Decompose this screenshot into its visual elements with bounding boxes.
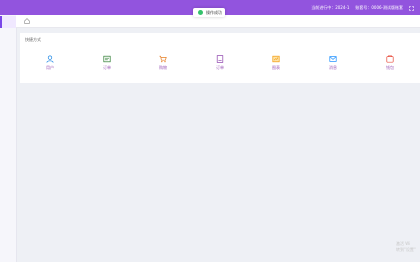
- cart-icon: [159, 55, 167, 63]
- sidebar: [0, 15, 17, 262]
- shortcut-item[interactable]: 消息: [313, 55, 353, 75]
- user-icon: [46, 55, 54, 63]
- shortcut-label: 购物: [159, 65, 167, 70]
- shortcut-item[interactable]: 购物: [143, 55, 183, 75]
- shortcut-label: 钱包: [386, 65, 394, 70]
- shortcut-item[interactable]: 订单: [200, 55, 240, 75]
- shortcut-label: 用户: [46, 65, 54, 70]
- mail-icon: [329, 56, 337, 62]
- document-icon: [216, 55, 224, 63]
- shortcut-item[interactable]: 钱包: [370, 55, 410, 75]
- account-text[interactable]: 账套号：0006-测试版账套: [355, 5, 403, 11]
- shortcut-list: 用户 订单 购物 订单 图表 消息 钱包: [20, 55, 420, 75]
- home-icon[interactable]: [24, 18, 30, 24]
- shortcut-label: 消息: [329, 65, 337, 70]
- chart-icon: [272, 55, 280, 63]
- card-title: 快捷方式: [25, 37, 41, 42]
- watermark-line-2: 转到"设置": [396, 247, 416, 252]
- quick-access-card: 快捷方式 用户 订单 购物 订单 图表 消息 钱包: [20, 33, 420, 83]
- toast-text: 操作成功: [206, 9, 222, 15]
- sidebar-item-selected[interactable]: [2, 16, 16, 28]
- success-toast: 操作成功: [193, 8, 225, 17]
- wallet-icon: [386, 55, 394, 63]
- shortcut-item[interactable]: 用户: [30, 55, 70, 75]
- shortcut-label: 订单: [103, 65, 111, 70]
- shortcut-item[interactable]: 图表: [256, 55, 296, 75]
- shortcut-item[interactable]: 订单: [87, 55, 127, 75]
- activation-watermark: 激活 Wi 转到"设置": [396, 241, 420, 255]
- sidebar-active-indicator: [0, 16, 2, 28]
- fullscreen-icon[interactable]: [409, 5, 414, 11]
- shortcut-label: 图表: [272, 65, 280, 70]
- success-icon: [198, 10, 203, 15]
- list-icon: [103, 55, 111, 63]
- period-text[interactable]: 当前进行中：2024-1: [311, 5, 349, 11]
- header-right-info: 当前进行中：2024-1 账套号：0006-测试版账套: [311, 4, 414, 12]
- shortcut-label: 订单: [216, 65, 224, 70]
